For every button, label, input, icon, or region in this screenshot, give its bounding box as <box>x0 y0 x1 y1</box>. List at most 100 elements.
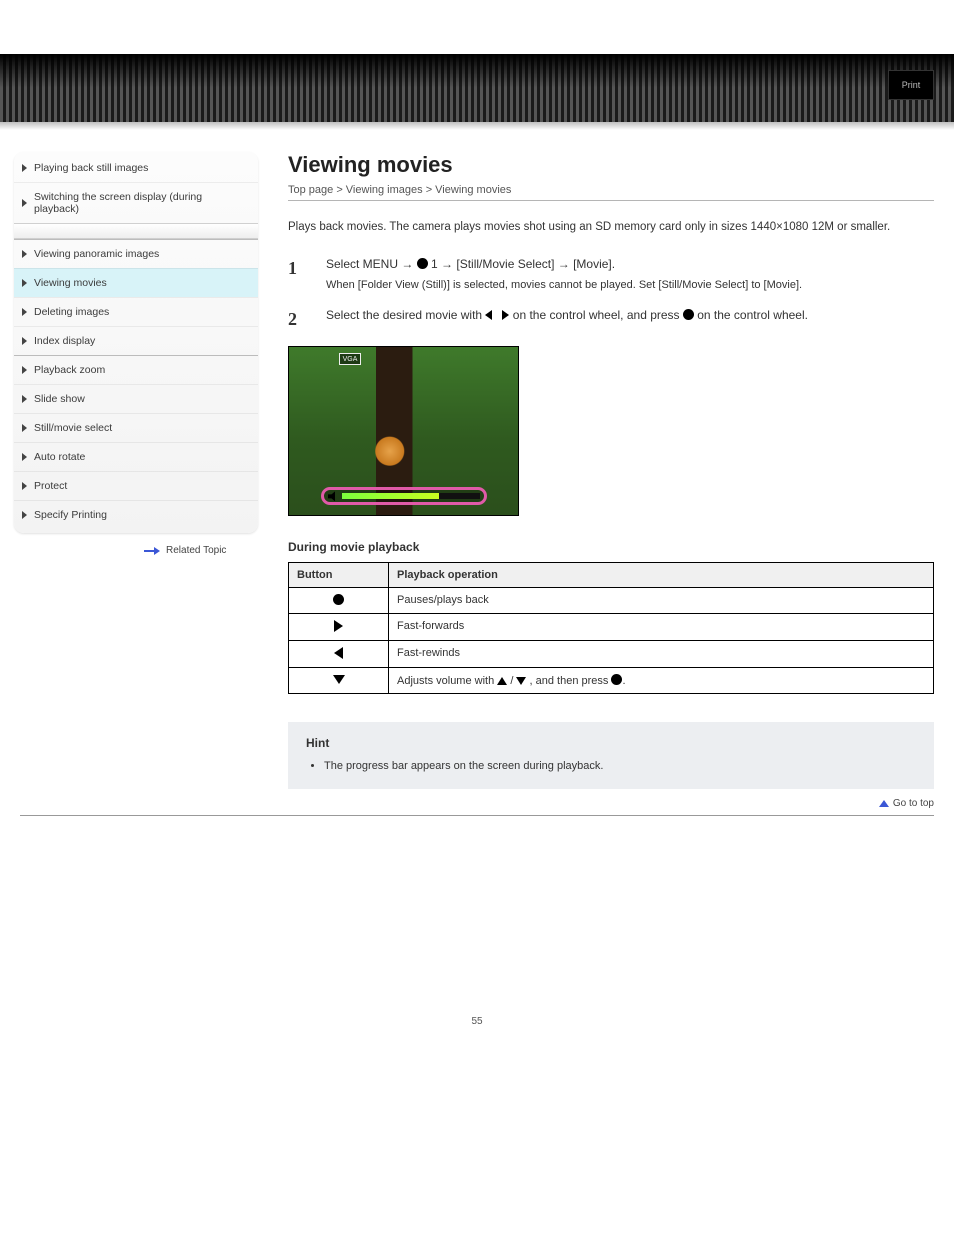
sidebar-item-auto-rotate[interactable]: Auto rotate <box>14 442 258 471</box>
step-body: Select the desired movie with on the con… <box>326 306 934 334</box>
table-header-button: Button <box>289 563 389 588</box>
step-body: Select MENU → 1 → [Still/Movie Select] →… <box>326 255 934 295</box>
sidebar-item-label: Still/movie select <box>34 422 112 434</box>
sidebar-separator <box>14 223 258 239</box>
sidebar-item-label: Auto rotate <box>34 451 85 463</box>
table-row: Fast-rewinds <box>289 641 934 668</box>
controls-table: Button Playback operation Pauses/plays b… <box>288 562 934 694</box>
chevron-right-icon <box>22 250 27 258</box>
operation-cell: Fast-rewinds <box>389 641 934 668</box>
chevron-right-icon <box>22 199 27 207</box>
sidebar-item-label: Deleting images <box>34 306 109 318</box>
go-to-top-label: Go to top <box>893 798 934 809</box>
page-number: 55 <box>0 1016 954 1067</box>
header-bar: Print <box>0 54 954 122</box>
step-2: 2 Select the desired movie with on the c… <box>288 306 934 334</box>
sidebar-item-label: Playback zoom <box>34 364 105 376</box>
chevron-right-icon <box>22 308 27 316</box>
sidebar-item-label: Specify Printing <box>34 509 107 521</box>
center-button-icon <box>333 594 344 605</box>
chevron-right-icon <box>22 424 27 432</box>
related-topic-label: Related Topic <box>166 545 226 556</box>
related-topic-link[interactable]: Related Topic <box>14 545 258 556</box>
print-button[interactable]: Print <box>888 70 934 100</box>
operation-cell: Fast-forwards <box>389 614 934 641</box>
table-header-row: Button Playback operation <box>289 563 934 588</box>
hint-item: The progress bar appears on the screen d… <box>324 758 916 775</box>
step-subtext: When [Folder View (Still)] is selected, … <box>326 277 934 294</box>
sidebar: Playing back still images Switching the … <box>14 152 258 789</box>
sidebar-item-label: Switching the screen display (during pla… <box>34 191 202 215</box>
sidebar-card: Playing back still images Switching the … <box>14 152 258 533</box>
intro-text: Plays back movies. The camera plays movi… <box>288 219 934 237</box>
chevron-right-icon <box>22 482 27 490</box>
chevron-right-icon <box>22 337 27 345</box>
hint-box: Hint The progress bar appears on the scr… <box>288 722 934 789</box>
sidebar-item-slideshow[interactable]: Slide show <box>14 384 258 413</box>
sidebar-item-panoramic[interactable]: Viewing panoramic images <box>14 239 258 268</box>
center-button-icon <box>611 674 622 685</box>
button-cell <box>289 641 389 668</box>
button-cell <box>289 588 389 614</box>
op-text: Adjusts volume with <box>397 675 497 687</box>
operation-cell: Adjusts volume with / , and then press . <box>389 668 934 694</box>
table-row: Adjusts volume with / , and then press . <box>289 668 934 694</box>
sidebar-item-label: Viewing panoramic images <box>34 248 159 260</box>
go-to-top-link[interactable]: Go to top <box>879 798 934 809</box>
sidebar-item-label: Protect <box>34 480 67 492</box>
sidebar-item-label: Playing back still images <box>34 162 148 174</box>
table-row: Fast-forwards <box>289 614 934 641</box>
content-area: Playing back still images Switching the … <box>0 122 954 789</box>
left-arrow-icon <box>485 310 492 320</box>
sidebar-item-label: Index display <box>34 335 95 347</box>
sidebar-item-switch-display[interactable]: Switching the screen display (during pla… <box>14 182 258 223</box>
sidebar-item-protect[interactable]: Protect <box>14 471 258 500</box>
op-text: , and then press <box>530 675 612 687</box>
page-title: Viewing movies <box>288 152 934 178</box>
step-number: 2 <box>288 306 310 334</box>
vga-badge: VGA <box>339 353 361 365</box>
table-header-operation: Playback operation <box>389 563 934 588</box>
down-arrow-icon <box>333 675 345 684</box>
volume-bar-callout <box>321 487 487 505</box>
step-text: 1 → [Still/Movie Select] → [Movie]. <box>431 257 615 271</box>
right-arrow-icon <box>502 310 509 320</box>
hint-list: The progress bar appears on the screen d… <box>306 758 916 775</box>
button-cell <box>289 668 389 694</box>
chevron-right-icon <box>22 453 27 461</box>
sidebar-item-zoom[interactable]: Playback zoom <box>14 355 258 384</box>
footer-rule: Go to top <box>20 815 934 816</box>
sidebar-item-label: Viewing movies <box>34 277 107 289</box>
sidebar-item-viewing-movies[interactable]: Viewing movies <box>14 268 258 297</box>
chevron-right-icon <box>22 164 27 172</box>
up-arrow-icon <box>497 677 507 685</box>
playback-preview-image: VGA <box>288 346 519 516</box>
sidebar-item-playback-stills[interactable]: Playing back still images <box>14 154 258 182</box>
center-button-icon <box>683 309 694 320</box>
sidebar-item-label: Slide show <box>34 393 85 405</box>
up-arrow-icon <box>879 800 889 807</box>
playback-screenshot: VGA <box>288 346 934 516</box>
speaker-icon <box>328 491 338 501</box>
step-text: on the control wheel, and press <box>513 308 683 322</box>
center-button-icon <box>417 258 428 269</box>
volume-track <box>342 493 480 499</box>
button-cell <box>289 614 389 641</box>
left-arrow-icon <box>334 647 343 659</box>
table-heading: During movie playback <box>288 540 934 554</box>
chevron-right-icon <box>22 279 27 287</box>
sidebar-item-deleting[interactable]: Deleting images <box>14 297 258 326</box>
step-number: 1 <box>288 255 310 295</box>
sidebar-item-index[interactable]: Index display <box>14 326 258 355</box>
chevron-right-icon <box>22 366 27 374</box>
breadcrumb: Top page > Viewing images > Viewing movi… <box>288 184 934 201</box>
arrow-right-icon <box>144 550 160 551</box>
volume-fill <box>342 493 439 499</box>
sidebar-item-specify-printing[interactable]: Specify Printing <box>14 500 258 529</box>
sidebar-item-still-movie-select[interactable]: Still/movie select <box>14 413 258 442</box>
operation-cell: Pauses/plays back <box>389 588 934 614</box>
right-arrow-icon <box>334 620 343 632</box>
down-arrow-icon <box>516 677 526 685</box>
step-text: Select MENU → <box>326 257 417 271</box>
step-text: on the control wheel. <box>697 308 808 322</box>
